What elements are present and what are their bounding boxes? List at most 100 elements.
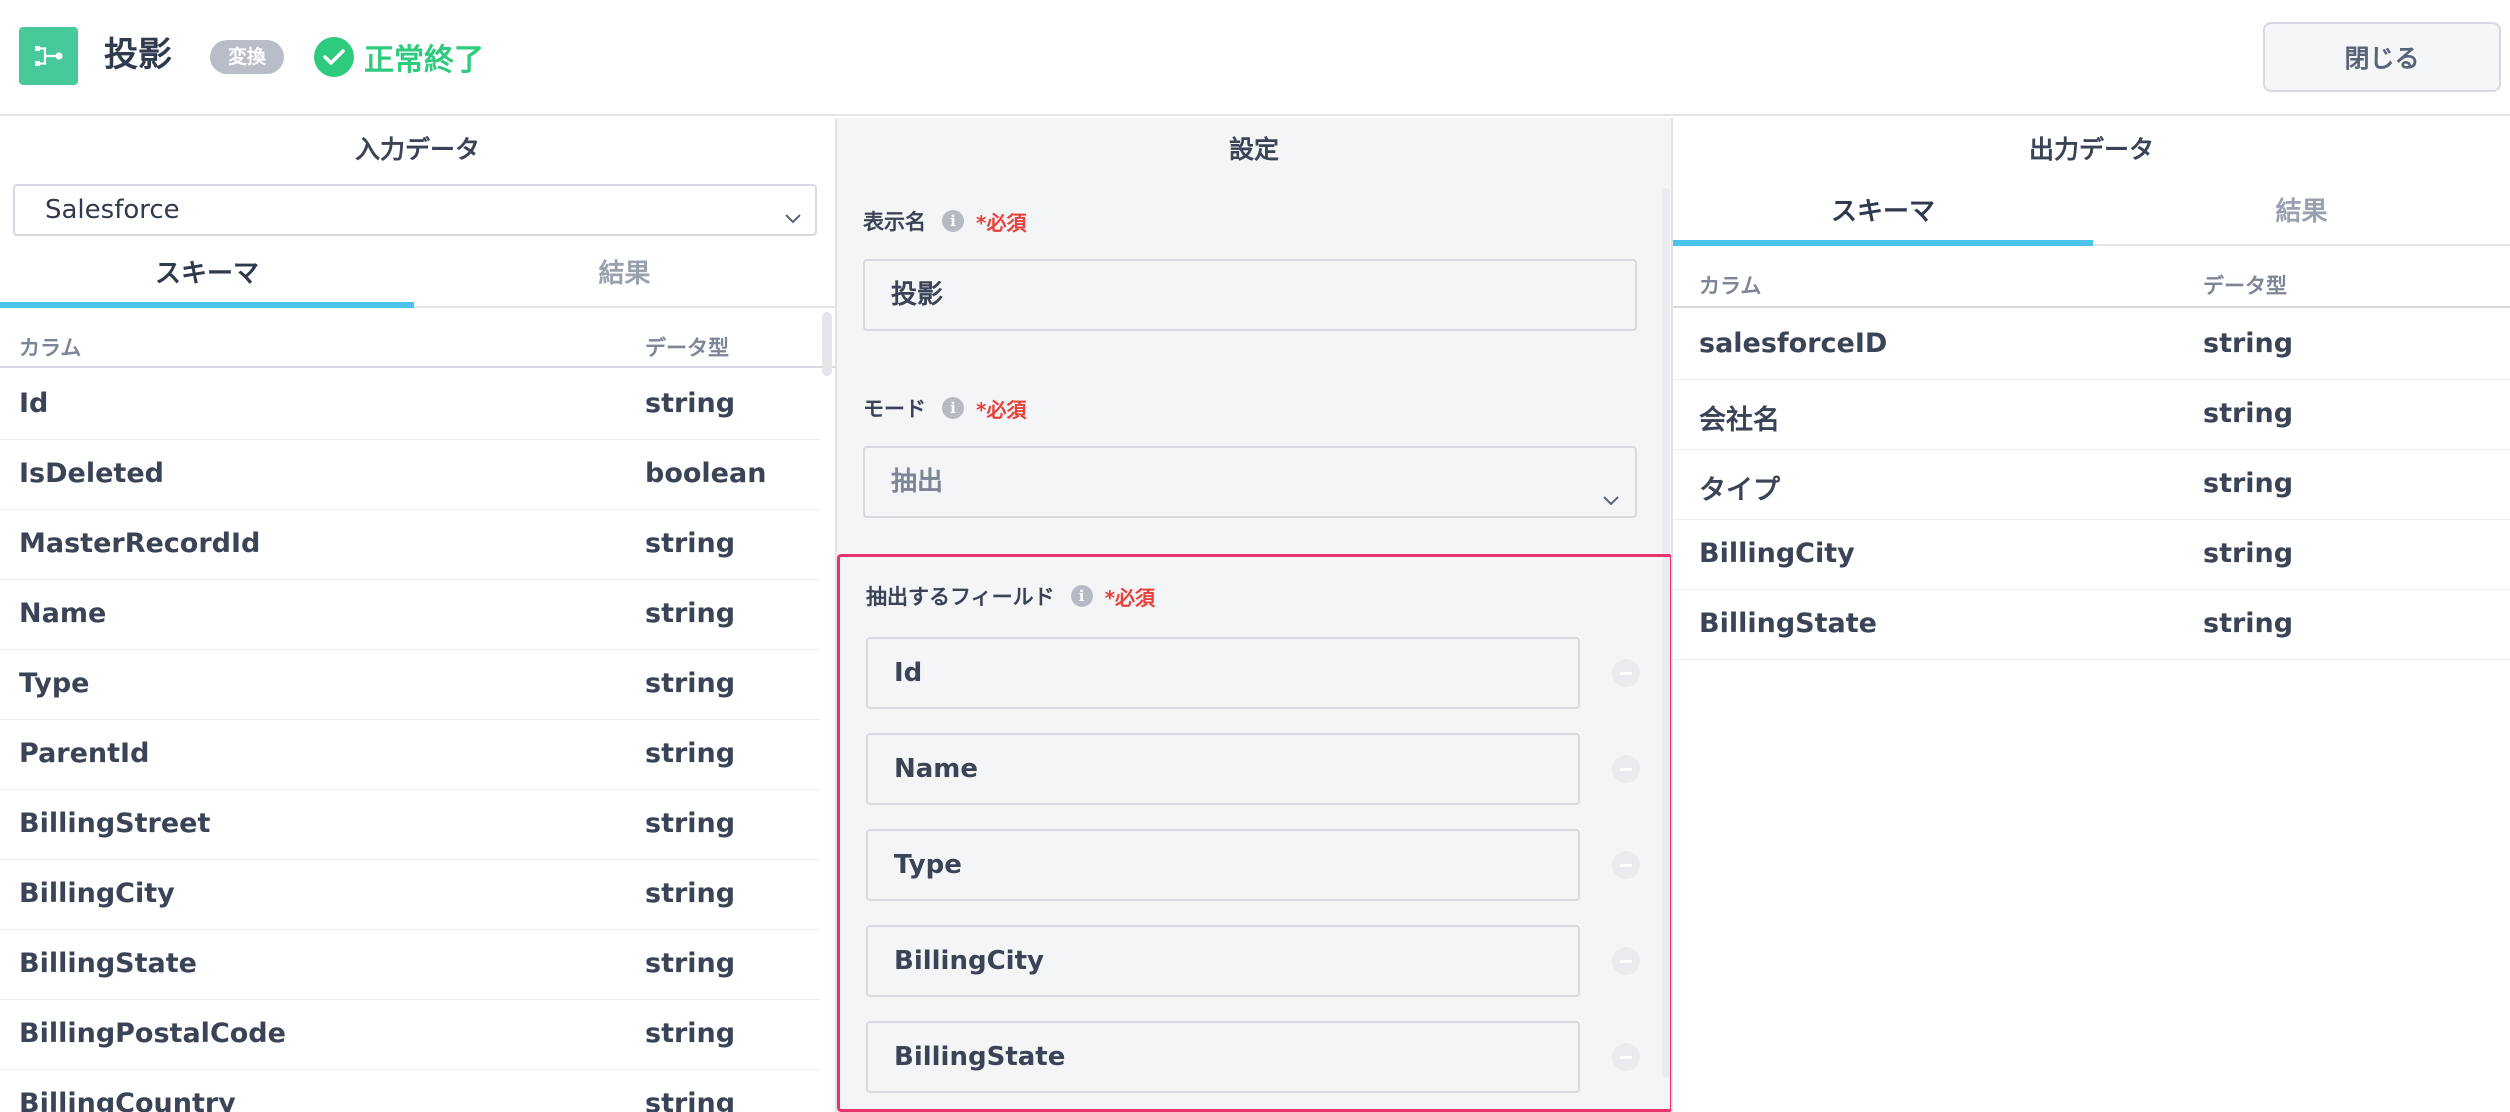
column-type: string <box>645 878 736 909</box>
column-name: BillingCity <box>1699 538 1855 569</box>
extract-field-input[interactable]: Name <box>866 733 1580 805</box>
column-name: BillingPostalCode <box>19 1018 286 1049</box>
column-type: boolean <box>645 458 767 489</box>
table-row: BillingState string <box>1673 590 2510 660</box>
extract-fields-label-text: 抽出するフィールド <box>866 585 1055 609</box>
source-select[interactable]: Salesforce <box>13 184 817 236</box>
chevron-down-icon <box>781 198 805 246</box>
column-name: Id <box>19 388 49 419</box>
column-header-name: カラム <box>19 336 82 360</box>
extract-field-input[interactable]: Id <box>866 637 1580 709</box>
column-type: string <box>645 1088 736 1112</box>
output-panel-title: 出力データ <box>2028 135 2154 164</box>
output-tabs: スキーマ 結果 <box>1673 184 2510 246</box>
column-type: string <box>2203 398 2294 429</box>
table-row: Id string <box>0 370 820 440</box>
settings-panel-title: 設定 <box>1228 135 1279 164</box>
table-row: BillingCity string <box>0 860 820 930</box>
column-name: ParentId <box>19 738 150 769</box>
column-name: Type <box>19 668 90 699</box>
settings-panel: 設定 表示名 i *必須 投影 モード i *必須 抽出 抽出するフィールド i… <box>835 118 1673 1112</box>
type-badge: 変換 <box>210 40 285 74</box>
column-type: string <box>2203 608 2294 639</box>
extract-field-input[interactable]: Type <box>866 829 1580 901</box>
remove-field-button[interactable] <box>1612 659 1640 687</box>
table-row: ParentId string <box>0 720 820 790</box>
column-type: string <box>2203 328 2294 359</box>
mode-select-value: 抽出 <box>891 467 944 497</box>
table-row: BillingCountry string <box>0 1070 820 1112</box>
status-label: 正常終了 <box>364 43 484 78</box>
input-table-header: カラム データ型 <box>0 310 835 368</box>
info-icon[interactable]: i <box>942 397 964 419</box>
column-header-type: データ型 <box>645 336 729 360</box>
input-table-scrollbar[interactable] <box>822 312 832 376</box>
column-header-type: データ型 <box>2203 274 2287 298</box>
input-tabs: スキーマ 結果 <box>0 246 835 308</box>
column-type: string <box>645 668 736 699</box>
check-circle-icon <box>314 37 354 77</box>
projection-node-dialog: 投影 変換 正常終了 閉じる 入力データ Salesforce スキーマ 結果 … <box>0 0 2510 1112</box>
column-name: BillingState <box>19 948 197 979</box>
required-marker: *必須 <box>976 397 1027 422</box>
required-marker: *必須 <box>1104 585 1156 610</box>
column-name: BillingCity <box>19 878 175 909</box>
page-title: 投影 <box>104 35 172 75</box>
column-type: string <box>645 528 736 559</box>
extract-field-input[interactable]: BillingCity <box>866 925 1580 997</box>
table-row: 会社名 string <box>1673 380 2510 450</box>
info-icon[interactable]: i <box>1070 585 1093 607</box>
column-name: MasterRecordId <box>19 528 261 559</box>
mode-label-text: モード <box>863 397 926 421</box>
input-data-panel: 入力データ Salesforce スキーマ 結果 カラム データ型 Id stri… <box>0 118 835 1112</box>
extract-fields-label: 抽出するフィールド i *必須 <box>866 581 1155 611</box>
remove-field-button[interactable] <box>1612 851 1640 879</box>
column-type: string <box>645 598 736 629</box>
required-marker: *必須 <box>976 210 1027 235</box>
column-name: BillingStreet <box>19 808 211 839</box>
display-name-input[interactable]: 投影 <box>863 259 1637 331</box>
source-select-value: Salesforce <box>45 195 180 225</box>
remove-field-button[interactable] <box>1612 755 1640 783</box>
status-indicator: 正常終了 <box>314 36 484 78</box>
mode-label: モード i *必須 <box>863 393 1026 423</box>
tab-output-results[interactable]: 結果 <box>2093 184 2510 246</box>
column-type: string <box>645 948 736 979</box>
info-icon[interactable]: i <box>942 210 964 232</box>
column-type: string <box>645 808 736 839</box>
close-button[interactable]: 閉じる <box>2263 22 2501 92</box>
input-panel-title: 入力データ <box>354 135 480 164</box>
tab-output-schema[interactable]: スキーマ <box>1673 184 2093 246</box>
column-name: タイプ <box>1699 475 1780 506</box>
column-name: 会社名 <box>1699 405 1780 436</box>
table-row: タイプ string <box>1673 450 2510 520</box>
display-name-label: 表示名 i *必須 <box>863 206 1026 236</box>
table-row: BillingCity string <box>1673 520 2510 590</box>
extract-field-input[interactable]: BillingState <box>866 1021 1580 1093</box>
column-name: IsDeleted <box>19 458 164 489</box>
output-data-panel: 出力データ スキーマ 結果 カラム データ型 salesforceID strin… <box>1673 118 2510 1112</box>
column-type: string <box>645 1018 736 1049</box>
projection-node-icon <box>19 27 78 85</box>
table-row: BillingStreet string <box>0 790 820 860</box>
output-table-header: カラム データ型 <box>1673 250 2510 308</box>
table-row: BillingPostalCode string <box>0 1000 820 1070</box>
column-type: string <box>645 738 736 769</box>
mode-select[interactable]: 抽出 <box>863 446 1637 518</box>
column-type: string <box>2203 468 2294 499</box>
tab-input-results[interactable]: 結果 <box>414 246 835 308</box>
tab-input-schema[interactable]: スキーマ <box>0 246 414 308</box>
extract-fields-section: 抽出するフィールド i *必須 Id Name Type BillingCity Bil… <box>837 554 1671 1112</box>
table-row: Type string <box>0 650 820 720</box>
table-row: IsDeleted boolean <box>0 440 820 510</box>
column-type: string <box>2203 538 2294 569</box>
remove-field-button[interactable] <box>1612 947 1640 975</box>
column-name: Name <box>19 598 107 629</box>
table-row: salesforceID string <box>1673 310 2510 380</box>
dialog-header: 投影 変換 正常終了 閉じる <box>0 0 2510 116</box>
table-row: MasterRecordId string <box>0 510 820 580</box>
table-row: BillingState string <box>0 930 820 1000</box>
display-name-label-text: 表示名 <box>863 210 926 234</box>
remove-field-button[interactable] <box>1612 1043 1640 1071</box>
column-name: BillingState <box>1699 608 1877 639</box>
